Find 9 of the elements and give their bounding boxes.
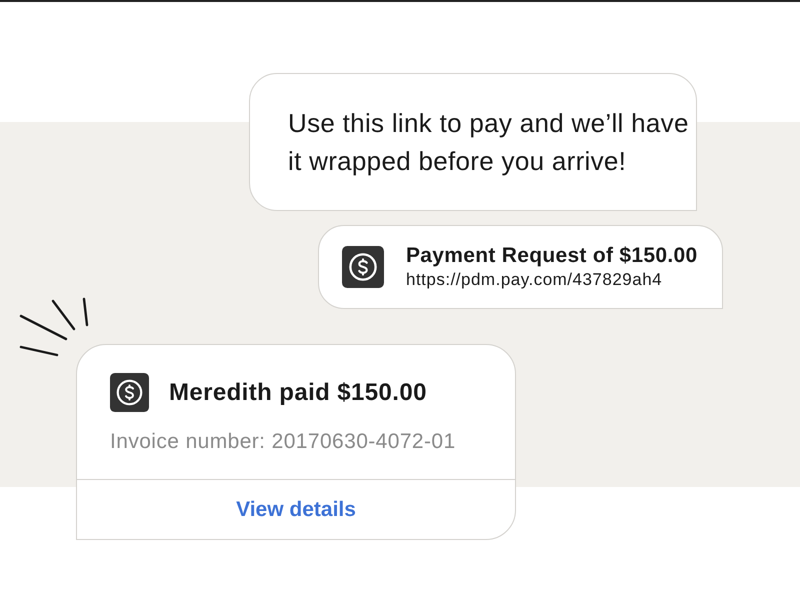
payment-title: Meredith paid $150.00: [169, 378, 427, 406]
burst-lines-icon: [19, 297, 89, 357]
dollar-icon: [342, 246, 384, 288]
message-text: Use this link to pay and we’ll have it wrapped before you arrive!: [288, 108, 689, 176]
invoice-number: Invoice number: 20170630-4072-01: [110, 430, 457, 454]
payment-link[interactable]: https://pdm.pay.com/437829ah4: [406, 269, 698, 291]
view-details-link[interactable]: View details: [236, 498, 356, 522]
payment-request-title: Payment Request of $150.00: [406, 243, 698, 269]
dollar-icon: [110, 373, 149, 412]
